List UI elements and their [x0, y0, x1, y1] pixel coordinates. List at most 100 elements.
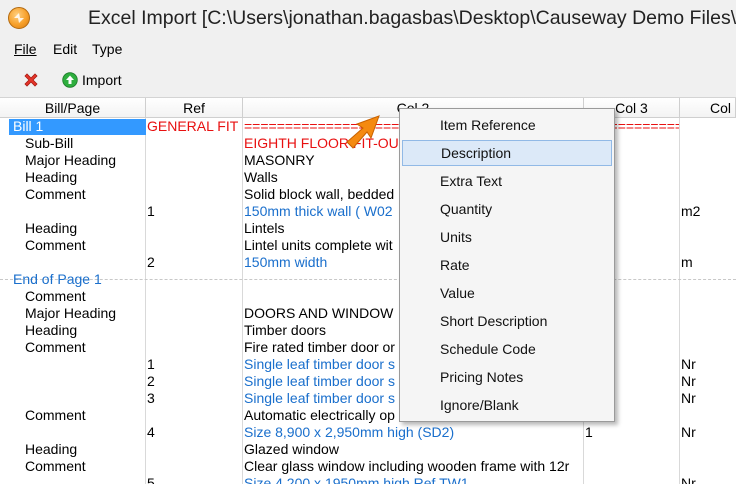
cell-ref[interactable]: [147, 441, 241, 458]
cell-col4[interactable]: [681, 407, 736, 424]
delete-icon[interactable]: [22, 71, 40, 89]
cell-col4[interactable]: [681, 305, 736, 322]
cell-col2[interactable]: Clear glass window including wooden fram…: [244, 458, 582, 475]
cell-col4[interactable]: [681, 441, 736, 458]
menu-edit[interactable]: Edit: [53, 41, 77, 57]
cell-bill[interactable]: Comment: [25, 407, 155, 424]
cell-ref[interactable]: [147, 237, 241, 254]
cell-bill[interactable]: Comment: [25, 288, 155, 305]
cell-bill[interactable]: Comment: [25, 186, 155, 203]
column-type-context-menu: Item Reference Description Extra Text Quant…: [399, 108, 615, 422]
cell-ref[interactable]: [147, 271, 241, 288]
cell-bill[interactable]: End of Page 1: [13, 271, 143, 288]
cell-bill[interactable]: Bill 1: [13, 118, 143, 135]
cell-col3[interactable]: [585, 441, 679, 458]
cell-bill[interactable]: Sub-Bill: [25, 135, 155, 152]
cell-bill[interactable]: [13, 475, 143, 484]
cell-bill[interactable]: [13, 373, 143, 390]
app-logo-icon[interactable]: [8, 7, 30, 29]
cell-ref[interactable]: 1: [147, 356, 241, 373]
cell-ref[interactable]: [147, 458, 241, 475]
cell-ref[interactable]: [147, 322, 241, 339]
cell-bill[interactable]: Comment: [25, 237, 155, 254]
cell-col4[interactable]: [681, 271, 736, 288]
cell-col2[interactable]: Glazed window: [244, 441, 582, 458]
context-menu-item-rate[interactable]: Rate: [402, 252, 612, 278]
context-menu-item-quantity[interactable]: Quantity: [402, 196, 612, 222]
cell-ref[interactable]: [147, 152, 241, 169]
cell-bill[interactable]: Heading: [25, 169, 155, 186]
cell-bill[interactable]: Heading: [25, 322, 155, 339]
cell-col4[interactable]: [681, 458, 736, 475]
cell-col3[interactable]: [585, 458, 679, 475]
cell-col4[interactable]: [681, 152, 736, 169]
cell-col4[interactable]: Nr: [681, 390, 736, 407]
cell-ref[interactable]: 2: [147, 373, 241, 390]
cell-ref[interactable]: [147, 169, 241, 186]
context-menu-item-ignore-blank[interactable]: Ignore/Blank: [402, 392, 612, 418]
cell-ref[interactable]: [147, 407, 241, 424]
cell-bill[interactable]: Major Heading: [25, 152, 155, 169]
cell-col3[interactable]: [585, 475, 679, 484]
cell-col4[interactable]: [681, 135, 736, 152]
context-menu-item-item-reference[interactable]: Item Reference: [402, 112, 612, 138]
cell-col2[interactable]: Size 8,900 x 2,950mm high (SD2): [244, 424, 582, 441]
context-menu-item-extra-text[interactable]: Extra Text: [402, 168, 612, 194]
context-menu-item-description[interactable]: Description: [402, 140, 612, 166]
cell-col4[interactable]: Nr: [681, 475, 736, 484]
cell-ref[interactable]: [147, 186, 241, 203]
cell-ref[interactable]: [147, 220, 241, 237]
menu-type[interactable]: Type: [92, 41, 122, 57]
context-menu-item-pricing-notes[interactable]: Pricing Notes: [402, 364, 612, 390]
column-divider: [679, 118, 680, 484]
cell-col4[interactable]: [681, 169, 736, 186]
cell-ref[interactable]: [147, 288, 241, 305]
cell-bill[interactable]: [13, 203, 143, 220]
cell-ref[interactable]: [147, 305, 241, 322]
menu-file[interactable]: File: [14, 41, 37, 57]
cell-ref[interactable]: 3: [147, 390, 241, 407]
cell-col4[interactable]: [681, 339, 736, 356]
cell-col4[interactable]: m2: [681, 203, 736, 220]
context-menu-item-units[interactable]: Units: [402, 224, 612, 250]
cell-col4[interactable]: [681, 322, 736, 339]
cell-bill[interactable]: Heading: [25, 220, 155, 237]
cell-ref[interactable]: 5: [147, 475, 241, 484]
cell-bill[interactable]: Comment: [25, 458, 155, 475]
cell-col4[interactable]: Nr: [681, 424, 736, 441]
cell-col4[interactable]: [681, 118, 736, 135]
orange-arrow-cursor-icon: [346, 115, 380, 149]
cell-bill[interactable]: [13, 356, 143, 373]
cell-bill[interactable]: Major Heading: [25, 305, 155, 322]
column-header-bill-page[interactable]: Bill/Page: [0, 98, 146, 118]
cell-bill[interactable]: [13, 254, 143, 271]
cell-bill[interactable]: Comment: [25, 339, 155, 356]
cell-col4[interactable]: m: [681, 254, 736, 271]
cell-ref[interactable]: [147, 135, 241, 152]
cell-ref[interactable]: [147, 339, 241, 356]
column-header-col4[interactable]: Col: [680, 98, 736, 118]
cell-ref[interactable]: 2: [147, 254, 241, 271]
cell-col4[interactable]: [681, 186, 736, 203]
context-menu-item-short-description[interactable]: Short Description: [402, 308, 612, 334]
cell-bill[interactable]: [13, 424, 143, 441]
cell-bill[interactable]: [13, 390, 143, 407]
cell-col4[interactable]: [681, 220, 736, 237]
import-button[interactable]: Import: [62, 70, 122, 90]
context-menu-item-value[interactable]: Value: [402, 280, 612, 306]
cell-col2[interactable]: Size 4,200 x 1950mm high Ref TW1: [244, 475, 582, 484]
cell-col4[interactable]: [681, 237, 736, 254]
cell-col4[interactable]: Nr: [681, 373, 736, 390]
cell-ref[interactable]: 1: [147, 203, 241, 220]
import-grid[interactable]: Bill/Page Ref Col 2 Col 3 Col Bill 1GENE…: [0, 98, 736, 484]
cell-bill[interactable]: Heading: [25, 441, 155, 458]
cell-col3[interactable]: 1: [585, 424, 679, 441]
cell-ref[interactable]: GENERAL FIT: [147, 118, 241, 135]
context-menu-item-schedule-code[interactable]: Schedule Code: [402, 336, 612, 362]
cell-col4[interactable]: [681, 288, 736, 305]
title-bar: Excel Import [C:\Users\jonathan.bagasbas…: [0, 0, 736, 39]
cell-ref[interactable]: 4: [147, 424, 241, 441]
column-header-ref[interactable]: Ref: [146, 98, 243, 118]
column-divider: [242, 118, 243, 484]
cell-col4[interactable]: Nr: [681, 356, 736, 373]
